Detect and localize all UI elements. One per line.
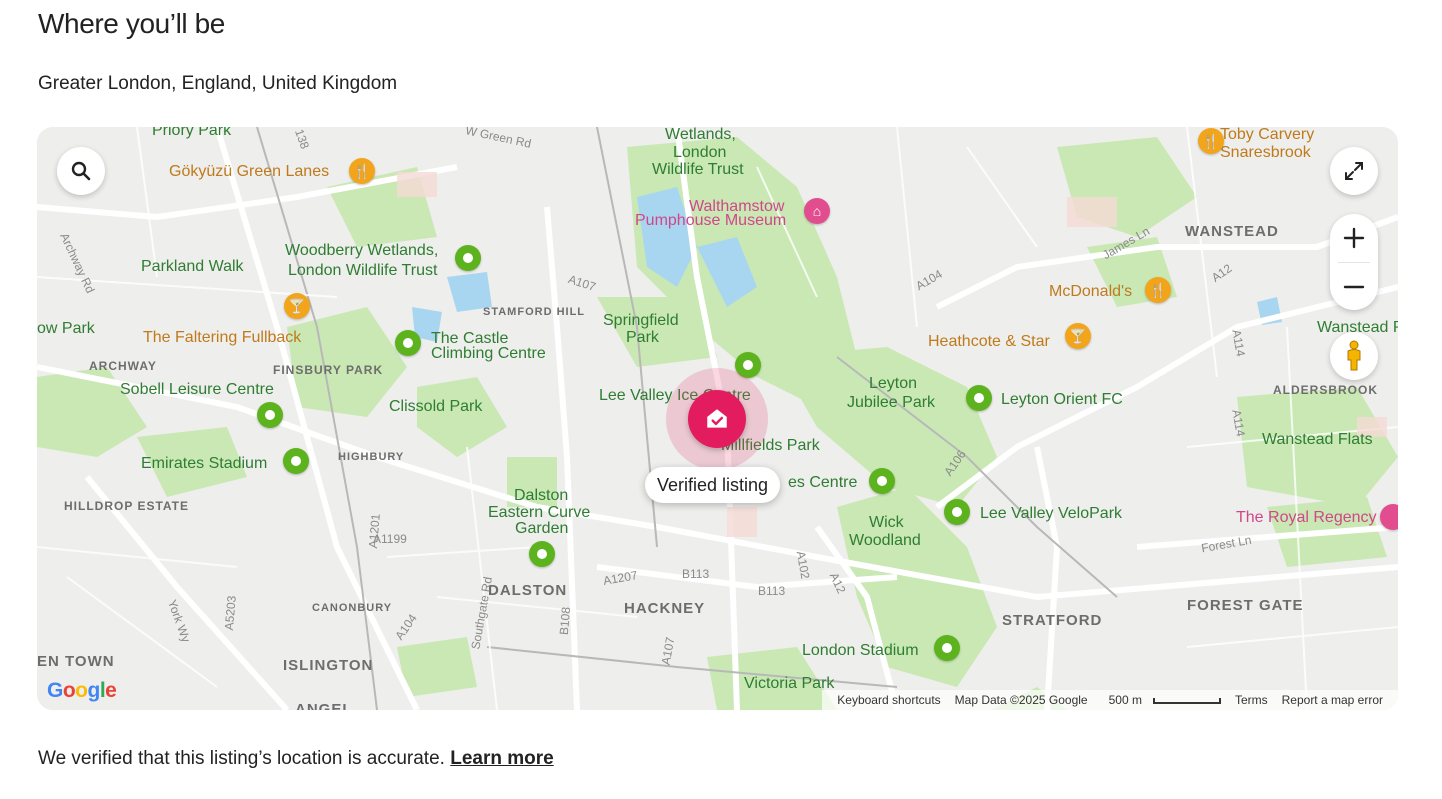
zoom-controls: [1330, 214, 1378, 310]
label-toby: Toby Carvery: [1220, 127, 1315, 143]
label-wanstead: WANSTEAD: [1185, 223, 1279, 240]
street-view-button[interactable]: [1330, 332, 1378, 380]
label-woodberry-2: London Wildlife Trust: [288, 262, 438, 279]
label-stratford: STRATFORD: [1002, 612, 1103, 629]
garden-pin-icon[interactable]: [529, 541, 555, 567]
label-wanstead-flats: Wanstead Flats: [1262, 431, 1373, 448]
label-royal-regency: The Royal Regency: [1236, 509, 1377, 526]
minus-icon: [1343, 285, 1365, 289]
keyboard-shortcuts-link[interactable]: Keyboard shortcuts: [830, 693, 947, 707]
label-castle-2: Climbing Centre: [431, 345, 546, 362]
label-dalston-garden: Dalston: [514, 487, 569, 504]
map-attribution: Keyboard shortcuts Map Data ©2025 Google…: [822, 690, 1398, 710]
label-leyton-jubilee: Leyton: [869, 375, 918, 392]
label-road-b113: B113: [682, 567, 710, 581]
verified-listing-tag[interactable]: Verified listing: [645, 467, 781, 503]
museum-pin-icon[interactable]: ⌂: [804, 198, 830, 224]
fullscreen-button[interactable]: [1330, 147, 1378, 195]
label-victoria-park: Victoria Park: [744, 675, 835, 692]
label-gokyuzu: Gökyüzü Green Lanes: [169, 163, 330, 180]
search-icon: [71, 161, 91, 181]
search-button[interactable]: [57, 147, 105, 195]
bar-pin-icon[interactable]: 🍸: [284, 293, 310, 319]
verified-note: We verified that this listing’s location…: [38, 748, 554, 770]
label-road-b113b: B113: [758, 584, 786, 598]
restaurant-pin-icon[interactable]: 🍴: [1198, 128, 1224, 154]
label-highbury: HIGHBURY: [338, 451, 405, 463]
learn-more-link[interactable]: Learn more: [450, 748, 553, 769]
terms-link[interactable]: Terms: [1228, 693, 1275, 707]
park-pin-icon[interactable]: [944, 499, 970, 525]
label-road-a1201: A1201: [365, 513, 383, 549]
label-angel: ANGEL: [295, 701, 353, 710]
label-wetlands-2: London: [673, 144, 727, 161]
label-wick-2: Woodland: [849, 532, 921, 549]
home-check-icon[interactable]: [688, 390, 746, 448]
label-dalston-garden-3: Garden: [515, 520, 569, 537]
label-finsbury: FINSBURY PARK: [273, 363, 384, 377]
pegman-icon: [1347, 340, 1361, 371]
label-priory-park: Priory Park: [152, 127, 232, 139]
label-velopark: Lee Valley VeloPark: [980, 505, 1123, 522]
park-pin-icon[interactable]: [395, 330, 421, 356]
label-wetlands-1: Wetlands,: [665, 127, 736, 143]
scale-indicator[interactable]: 500 m: [1095, 693, 1228, 707]
label-pumphouse: Pumphouse Museum: [635, 212, 787, 229]
label-emirates: Emirates Stadium: [141, 455, 268, 472]
park-pin-icon[interactable]: [455, 245, 481, 271]
report-error-link[interactable]: Report a map error: [1275, 693, 1390, 707]
map[interactable]: Priory Park Gökyüzü Green Lanes W Green …: [37, 127, 1398, 710]
label-canonbury: CANONBURY: [312, 602, 393, 614]
label-hackney: HACKNEY: [624, 600, 706, 617]
park-pin-icon[interactable]: [869, 468, 895, 494]
google-logo: Google: [47, 679, 117, 702]
zoom-out-button[interactable]: [1330, 263, 1378, 310]
restaurant-pin-icon[interactable]: 🍴: [349, 158, 375, 184]
label-leyton-jubilee-2: Jubilee Park: [847, 394, 936, 411]
label-dalston: DALSTON: [488, 582, 568, 599]
label-wick: Wick: [869, 514, 904, 531]
label-springfield: Springfield: [603, 312, 679, 329]
park-pin-icon[interactable]: [966, 385, 992, 411]
label-wetlands-3: Wildlife Trust: [652, 161, 744, 178]
label-ow-park: ow Park: [37, 320, 95, 337]
label-parkland: Parkland Walk: [141, 258, 244, 275]
restaurant-pin-icon[interactable]: 🍴: [1145, 277, 1171, 303]
section-title: Where you’ll be: [38, 8, 225, 39]
label-en-town: EN TOWN: [37, 653, 115, 670]
label-heathcote: Heathcote & Star: [928, 333, 1050, 350]
plus-icon: [1343, 227, 1365, 249]
fullscreen-icon: [1345, 162, 1363, 180]
label-forest-gate: FOREST GATE: [1187, 597, 1304, 614]
label-faltering: The Faltering Fullback: [143, 329, 302, 346]
label-es-centre: es Centre: [788, 474, 858, 491]
label-hilldrop: HILLDROP ESTATE: [64, 499, 190, 513]
stadium-pin-icon[interactable]: [934, 635, 960, 661]
label-woodberry: Woodberry Wetlands,: [285, 242, 439, 259]
label-islington: ISLINGTON: [283, 657, 374, 674]
location-text: Greater London, England, United Kingdom: [38, 73, 398, 94]
label-stamford: STAMFORD HILL: [483, 306, 586, 318]
zoom-in-button[interactable]: [1330, 214, 1378, 262]
park-pin-icon[interactable]: [257, 402, 283, 428]
label-road-b108: B108: [556, 606, 574, 636]
bar-pin-icon[interactable]: 🍸: [1065, 323, 1091, 349]
label-london-stadium: London Stadium: [802, 642, 919, 659]
label-sobell: Sobell Leisure Centre: [120, 381, 274, 398]
label-toby-2: Snaresbrook: [1220, 144, 1311, 161]
label-leyton-orient: Leyton Orient FC: [1001, 391, 1123, 408]
label-road-a5203: A5203: [221, 595, 239, 631]
label-clissold: Clissold Park: [389, 398, 483, 415]
verified-note-text: We verified that this listing’s location…: [38, 748, 445, 769]
label-springfield-2: Park: [626, 329, 659, 346]
label-archway: ARCHWAY: [89, 359, 157, 373]
label-aldersbrook: ALDERSBROOK: [1273, 383, 1379, 397]
label-mcdonalds: McDonald's: [1049, 283, 1133, 300]
stadium-pin-icon[interactable]: [283, 448, 309, 474]
map-data-text: Map Data ©2025 Google: [954, 693, 1088, 707]
label-dalston-garden-2: Eastern Curve: [488, 504, 591, 521]
